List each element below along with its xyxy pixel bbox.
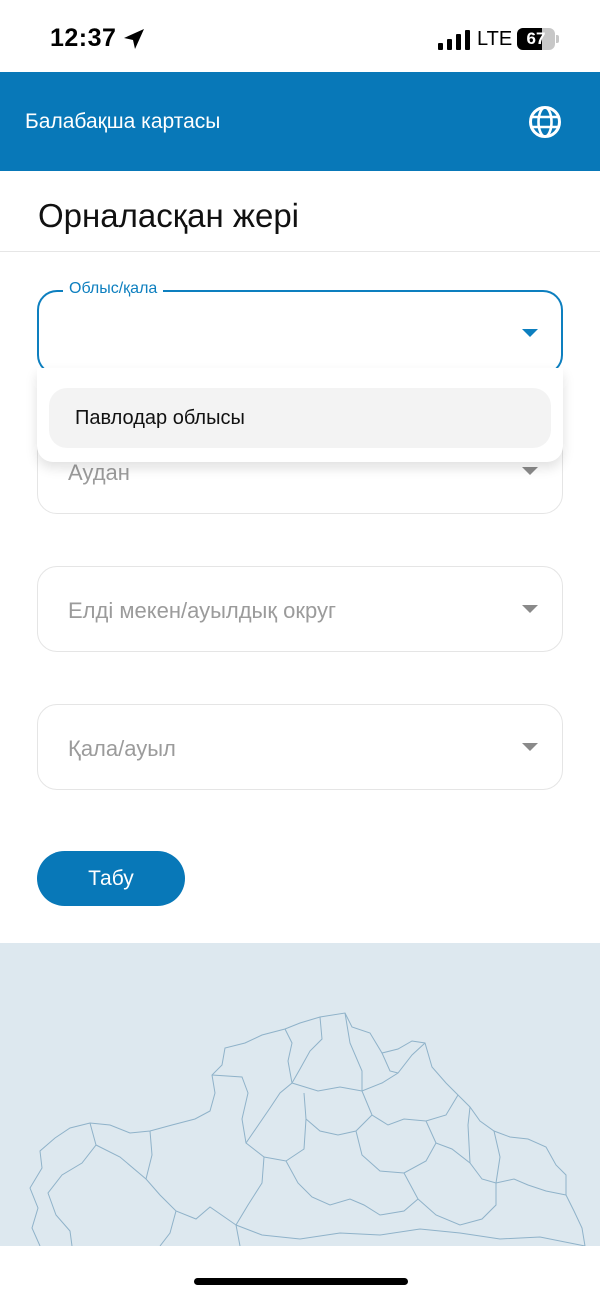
region-dropdown: Павлодар облысы bbox=[37, 368, 563, 462]
app-bar: Балабақша картасы bbox=[0, 72, 600, 171]
network-type: LTE bbox=[477, 28, 513, 50]
bottom-bar bbox=[0, 1246, 600, 1297]
app-title: Балабақша картасы bbox=[25, 110, 221, 133]
district-placeholder: Аудан bbox=[68, 460, 130, 485]
search-button-label: Табу bbox=[88, 867, 134, 890]
kazakhstan-map bbox=[29, 1012, 586, 1246]
region-label: Облыс/қала bbox=[63, 280, 164, 298]
status-bar: 12:37 LTE 67 bbox=[0, 0, 600, 72]
cellular-signal-icon bbox=[438, 30, 470, 50]
city-placeholder: Қала/ауыл bbox=[68, 736, 176, 761]
chevron-down-icon bbox=[522, 605, 538, 613]
search-button[interactable]: Табу bbox=[37, 851, 185, 906]
status-time: 12:37 bbox=[50, 24, 117, 52]
chevron-down-icon bbox=[522, 329, 538, 337]
page-title: Орналасқан жері bbox=[38, 197, 300, 234]
dropdown-option-label: Павлодар облысы bbox=[75, 407, 245, 429]
battery-icon: 67 bbox=[517, 28, 559, 50]
settlement-select[interactable]: Елді мекен/ауылдық округ bbox=[37, 566, 563, 652]
settlement-placeholder: Елді мекен/ауылдық округ bbox=[68, 598, 336, 623]
chevron-down-icon bbox=[522, 743, 538, 751]
dropdown-option-pavlodar[interactable]: Павлодар облысы bbox=[49, 388, 551, 448]
globe-icon[interactable] bbox=[528, 105, 562, 139]
region-select[interactable]: Облыс/қала bbox=[37, 280, 563, 375]
city-select[interactable]: Қала/ауыл bbox=[37, 704, 563, 790]
chevron-down-icon bbox=[522, 467, 538, 475]
divider bbox=[0, 251, 600, 252]
location-arrow-icon bbox=[124, 29, 144, 49]
map-view[interactable] bbox=[0, 943, 600, 1246]
home-indicator[interactable] bbox=[194, 1278, 408, 1285]
battery-level: 67 bbox=[526, 29, 546, 48]
